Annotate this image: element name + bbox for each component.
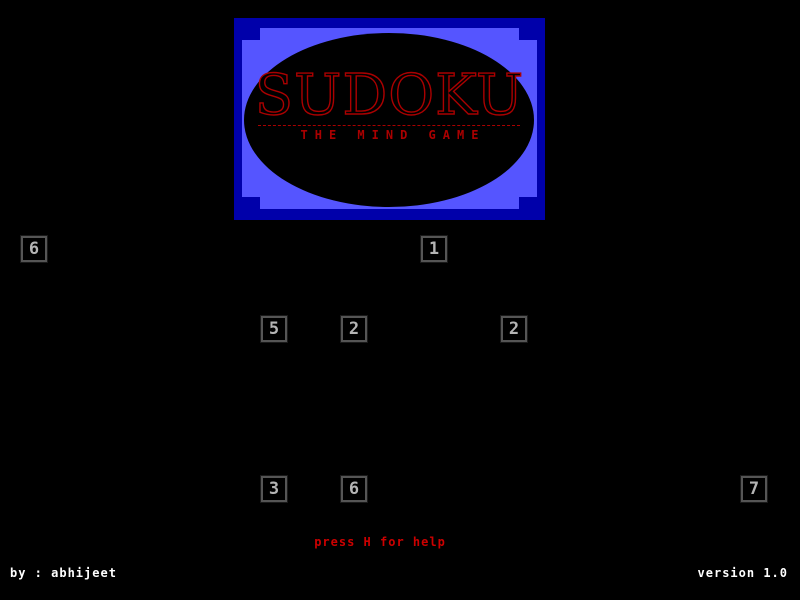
version-label: version 1.0 — [697, 566, 788, 580]
sudoku-cell[interactable]: 1 — [420, 235, 448, 263]
sudoku-cell[interactable]: 7 — [740, 475, 768, 503]
sudoku-cell[interactable]: 3 — [260, 475, 288, 503]
sudoku-board: 6 1 5 2 2 3 6 7 — [0, 0, 800, 600]
author-credit: by : abhijeet — [10, 566, 117, 580]
help-hint: press H for help — [314, 535, 446, 549]
sudoku-cell[interactable]: 6 — [20, 235, 48, 263]
sudoku-cell[interactable]: 5 — [260, 315, 288, 343]
sudoku-cell[interactable]: 2 — [340, 315, 368, 343]
sudoku-cell[interactable]: 2 — [500, 315, 528, 343]
sudoku-cell[interactable]: 6 — [340, 475, 368, 503]
